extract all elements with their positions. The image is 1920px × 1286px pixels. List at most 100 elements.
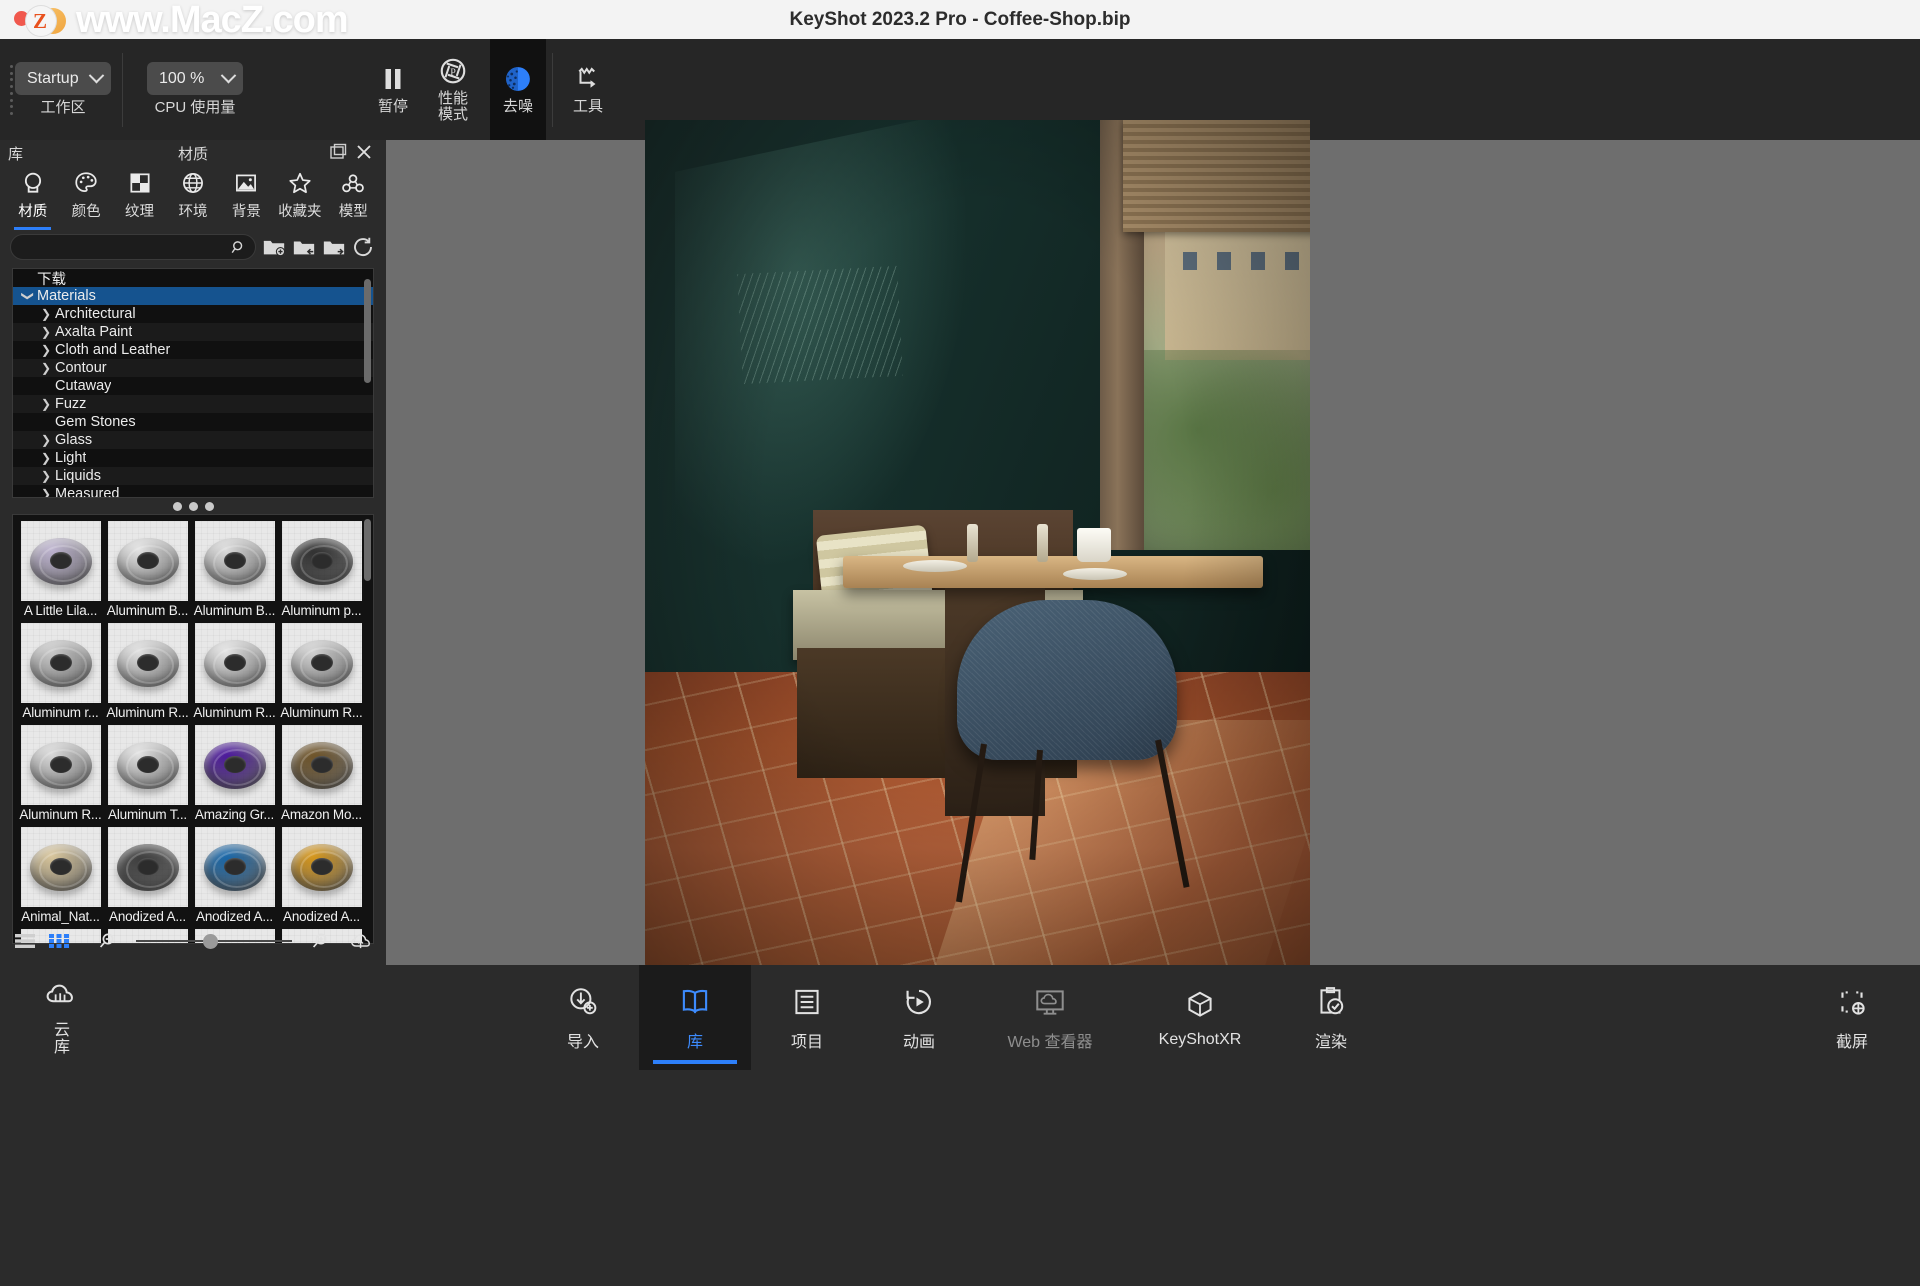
material-item[interactable]: Aluminum R...: [278, 621, 365, 723]
material-item[interactable]: A Little Lila...: [17, 519, 104, 621]
material-thumbnail[interactable]: [195, 521, 275, 601]
nav-import[interactable]: 导入: [527, 965, 639, 1070]
workspace-control[interactable]: Startup 工作区: [14, 39, 108, 140]
folder-link-icon[interactable]: [322, 236, 346, 258]
material-grid-container[interactable]: A Little Lila...Aluminum B...Aluminum B.…: [12, 514, 374, 944]
material-item[interactable]: Amazon Mo...: [278, 723, 365, 825]
material-item[interactable]: Animal_Nat...: [17, 825, 104, 927]
material-thumbnail[interactable]: [282, 725, 362, 805]
tree-item[interactable]: ❯Measured: [13, 485, 373, 498]
search-input[interactable]: [23, 240, 230, 255]
material-thumbnail[interactable]: [282, 623, 362, 703]
tree-scrollbar[interactable]: [364, 279, 371, 383]
material-thumbnail[interactable]: [282, 827, 362, 907]
material-item[interactable]: Anodized A...: [104, 825, 191, 927]
dock-window-icon[interactable]: [328, 142, 348, 162]
library-tabs[interactable]: 材质 颜色 纹理 环境: [0, 166, 386, 228]
nav-screenshot[interactable]: 截屏: [1796, 965, 1908, 1070]
chevron-right-icon[interactable]: ❯: [37, 487, 55, 498]
folder-add-icon[interactable]: [262, 236, 286, 258]
material-thumbnail[interactable]: [21, 827, 101, 907]
tree-item[interactable]: ❯Materials: [13, 287, 373, 305]
chevron-right-icon[interactable]: ❯: [37, 343, 55, 357]
material-item[interactable]: Aluminum R...: [104, 621, 191, 723]
material-item[interactable]: Aluminum B...: [104, 519, 191, 621]
workspace-dropdown[interactable]: Startup: [15, 62, 111, 95]
tree-item[interactable]: ❯Architectural: [13, 305, 373, 323]
tree-item[interactable]: ❯Contour: [13, 359, 373, 377]
cpu-usage-control[interactable]: 100 % CPU 使用量: [137, 39, 253, 140]
performance-mode-button[interactable]: P 性能模式: [425, 39, 481, 140]
tab-environment[interactable]: 环境: [166, 166, 219, 228]
tree-item[interactable]: ❯Light: [13, 449, 373, 467]
tab-textures[interactable]: 纹理: [113, 166, 166, 228]
search-icon[interactable]: [230, 239, 247, 256]
material-thumbnail[interactable]: [108, 827, 188, 907]
cloud-upload-icon[interactable]: [350, 931, 372, 951]
tab-materials[interactable]: 材质: [6, 166, 59, 228]
panel-splitter-handle[interactable]: [0, 498, 386, 514]
material-thumbnail[interactable]: [195, 725, 275, 805]
chevron-right-icon[interactable]: ❯: [37, 451, 55, 465]
nav-web-viewer[interactable]: Web 查看器: [975, 965, 1125, 1070]
material-item[interactable]: Aluminum p...: [278, 519, 365, 621]
material-thumbnail[interactable]: [21, 521, 101, 601]
list-view-icon[interactable]: [14, 931, 36, 951]
material-item[interactable]: Amazing Gr...: [191, 723, 278, 825]
material-thumbnail[interactable]: [195, 623, 275, 703]
material-item[interactable]: Aluminum R...: [17, 723, 104, 825]
nav-keyshotxr[interactable]: KeyShotXR: [1125, 965, 1275, 1070]
material-item[interactable]: Anodized A...: [278, 825, 365, 927]
cpu-usage-dropdown[interactable]: 100 %: [147, 62, 243, 95]
chevron-right-icon[interactable]: ❯: [37, 361, 55, 375]
bottom-navigation[interactable]: 云库 导入 库 项目: [0, 965, 1920, 1070]
chevron-right-icon[interactable]: ❯: [37, 397, 55, 411]
tree-item[interactable]: ❯Glass: [13, 431, 373, 449]
material-item[interactable]: Aluminum T...: [104, 723, 191, 825]
material-item[interactable]: Anodized A...: [191, 825, 278, 927]
tree-item[interactable]: ❯Axalta Paint: [13, 323, 373, 341]
chevron-down-icon[interactable]: ❯: [21, 287, 35, 305]
material-thumbnail[interactable]: [108, 623, 188, 703]
pause-button[interactable]: 暂停: [365, 39, 421, 140]
grid-view-icon[interactable]: [48, 931, 70, 951]
tree-item[interactable]: Gem Stones: [13, 413, 373, 431]
tree-item[interactable]: 下载: [13, 269, 373, 287]
tree-item[interactable]: ❯Cloth and Leather: [13, 341, 373, 359]
material-thumbnail[interactable]: [195, 827, 275, 907]
chevron-right-icon[interactable]: ❯: [37, 325, 55, 339]
grid-scrollbar[interactable]: [364, 519, 371, 581]
tree-item[interactable]: Cutaway: [13, 377, 373, 395]
search-field[interactable]: [10, 234, 256, 260]
folder-import-icon[interactable]: [292, 236, 316, 258]
viewport[interactable]: [386, 140, 1920, 965]
material-thumbnail[interactable]: [21, 725, 101, 805]
library-folder-tree[interactable]: 下载❯Materials❯Architectural❯Axalta Paint❯…: [12, 268, 374, 498]
nav-project[interactable]: 项目: [751, 965, 863, 1070]
material-item[interactable]: Aluminum r...: [17, 621, 104, 723]
chevron-right-icon[interactable]: ❯: [37, 433, 55, 447]
nav-cloud-library[interactable]: 云库: [6, 965, 118, 1070]
denoise-button[interactable]: 去噪: [490, 39, 546, 140]
group-grip[interactable]: [10, 65, 14, 115]
refresh-icon[interactable]: [352, 236, 376, 258]
material-item[interactable]: Aluminum B...: [191, 519, 278, 621]
nav-animation[interactable]: 动画: [863, 965, 975, 1070]
thumbnail-size-slider[interactable]: [136, 932, 292, 950]
tree-item[interactable]: ❯Liquids: [13, 467, 373, 485]
material-thumbnail[interactable]: [108, 521, 188, 601]
tools-button[interactable]: 工具: [560, 39, 616, 140]
material-thumbnail[interactable]: [108, 725, 188, 805]
material-thumbnail[interactable]: [282, 521, 362, 601]
tree-item[interactable]: ❯Fuzz: [13, 395, 373, 413]
material-item[interactable]: Aluminum R...: [191, 621, 278, 723]
nav-library[interactable]: 库: [639, 965, 751, 1070]
tab-models[interactable]: 模型: [327, 166, 380, 228]
zoom-in-icon[interactable]: [310, 931, 332, 951]
slider-knob[interactable]: [203, 934, 218, 949]
chevron-right-icon[interactable]: ❯: [37, 307, 55, 321]
close-icon[interactable]: [354, 142, 374, 162]
tab-colors[interactable]: 颜色: [59, 166, 112, 228]
render-preview-image[interactable]: [645, 120, 1310, 965]
material-thumbnail[interactable]: [21, 623, 101, 703]
